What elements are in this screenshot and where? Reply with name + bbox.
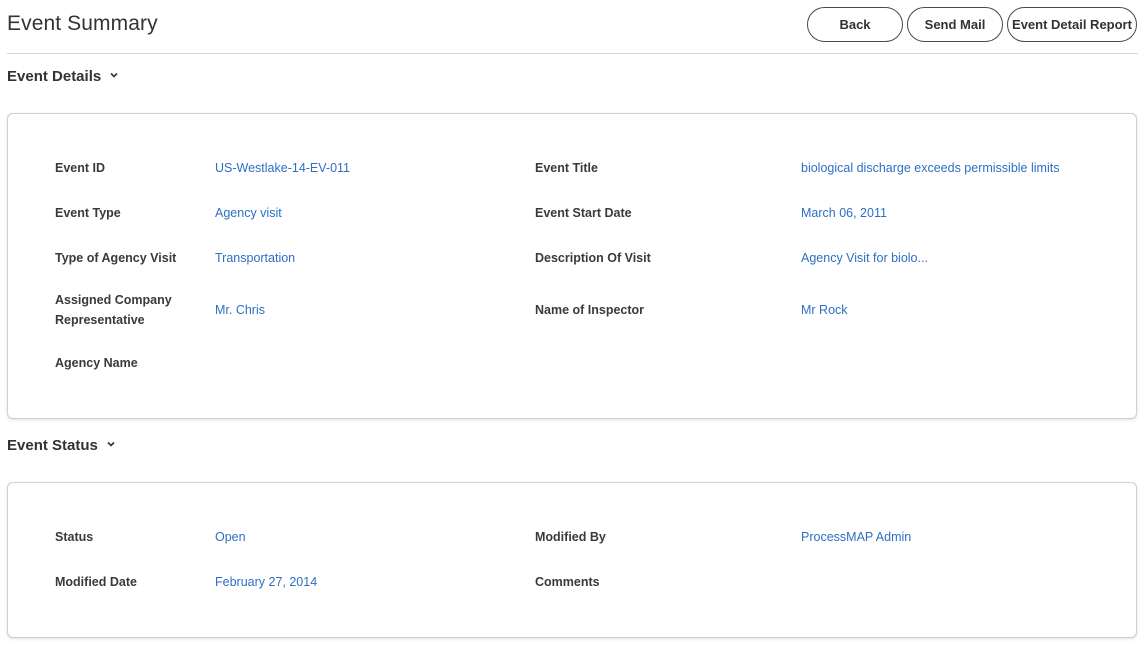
modified-by-value[interactable]: ProcessMAP Admin [801,527,911,547]
event-start-date-value[interactable]: March 06, 2011 [801,203,887,223]
back-button[interactable]: Back [807,7,903,42]
event-type-value[interactable]: Agency visit [215,203,282,223]
event-start-date-label: Event Start Date [535,206,632,220]
agency-visit-type-label: Type of Agency Visit [55,251,177,265]
status-value[interactable]: Open [215,527,246,547]
event-details-toggle[interactable]: Event Details [7,68,119,85]
chevron-down-icon [109,70,119,80]
modified-date-value[interactable]: February 27, 2014 [215,572,317,592]
agency-visit-type-value[interactable]: Transportation [215,248,295,268]
inspector-value[interactable]: Mr Rock [801,300,848,320]
event-type-label: Event Type [55,206,121,220]
header-actions: Back Send Mail Event Detail Report [807,7,1137,42]
visit-description-label: Description Of Visit [535,251,651,265]
company-rep-value[interactable]: Mr. Chris [215,300,265,320]
event-title-value[interactable]: biological discharge exceeds permissible… [801,158,1059,178]
event-details-card: Event ID US-Westlake-14-EV-011 Event Tit… [7,113,1137,419]
event-status-card: Status Open Modified By ProcessMAP Admin… [7,482,1137,638]
modified-by-label: Modified By [535,530,606,544]
event-status-toggle[interactable]: Event Status [7,437,116,454]
chevron-down-icon [106,439,116,449]
modified-date-label: Modified Date [55,575,137,589]
event-title-label: Event Title [535,161,598,175]
status-label: Status [55,530,94,544]
page-title: Event Summary [7,12,158,35]
send-mail-button[interactable]: Send Mail [907,7,1003,42]
company-rep-label-line2: Representative [55,313,145,327]
event-status-heading: Event Status [7,437,98,454]
agency-name-label: Agency Name [55,356,138,370]
company-rep-label-line1: Assigned Company [55,293,172,307]
company-rep-label: Assigned Company Representative [55,290,195,330]
page-header: Event Summary Back Send Mail Event Detai… [7,0,1138,54]
visit-description-value[interactable]: Agency Visit for biolo... [801,248,928,268]
event-detail-report-button[interactable]: Event Detail Report [1007,7,1137,42]
event-summary-page: Event Summary Back Send Mail Event Detai… [0,0,1146,653]
event-details-heading: Event Details [7,68,102,85]
inspector-label: Name of Inspector [535,303,645,317]
event-id-label: Event ID [55,161,106,175]
event-id-value[interactable]: US-Westlake-14-EV-011 [215,158,350,178]
comments-label: Comments [535,575,600,589]
